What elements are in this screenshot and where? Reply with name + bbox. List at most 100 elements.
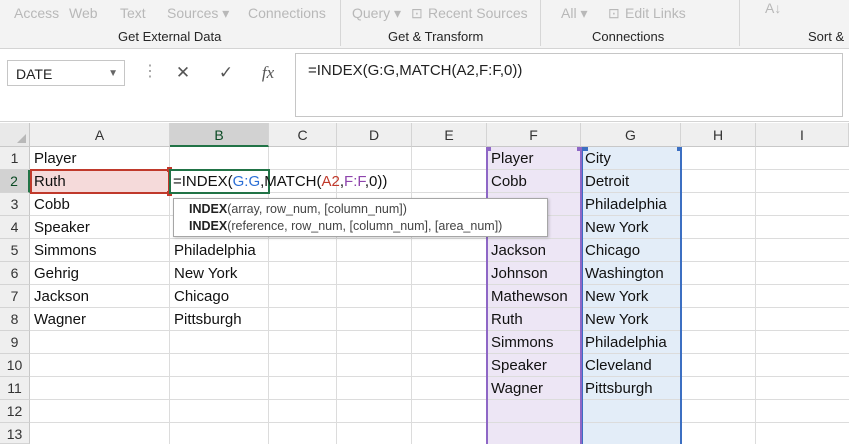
gridline [30, 399, 849, 400]
cell-g2[interactable]: Detroit [581, 170, 681, 193]
ribbon: Access Web Text Sources ▾ Connections Qu… [0, 0, 849, 49]
ribbon-recent-sources-button[interactable]: Recent Sources [428, 5, 528, 21]
ribbon-edit-links-button[interactable]: Edit Links [625, 5, 686, 21]
group-label-connections: Connections [592, 29, 665, 44]
tooltip-args: (array, row_num, [column_num]) [227, 202, 407, 216]
cell-a8[interactable]: Wagner [30, 308, 170, 331]
cell-g4[interactable]: New York [581, 216, 681, 239]
row-header-13[interactable]: 13 [0, 423, 30, 444]
chevron-down-icon[interactable]: ▼ [108, 61, 118, 87]
row-header-9[interactable]: 9 [0, 331, 30, 354]
row-header-7[interactable]: 7 [0, 285, 30, 308]
tooltip-args: (reference, row_num, [column_num], [area… [227, 219, 503, 233]
tooltip-signature-2[interactable]: INDEX(reference, row_num, [column_num], … [189, 218, 547, 235]
sort-az-icon[interactable]: A↓ [765, 0, 781, 16]
formula-bar: DATE ▼ ⋮ ✕ ✓ fx =INDEX(G:G,MATCH(A2,F:F,… [0, 49, 849, 122]
ribbon-refresh-all-button[interactable]: All ▾ [561, 5, 587, 22]
name-box-value: DATE [16, 66, 53, 82]
cell-b2-editor[interactable]: =INDEX(G:G,MATCH(A2,F:F,0)) [170, 170, 387, 193]
column-header-i[interactable]: I [756, 123, 849, 147]
ribbon-query-button[interactable]: Query ▾ [352, 5, 401, 22]
cell-b7[interactable]: Chicago [170, 285, 269, 308]
cell-a5[interactable]: Simmons [30, 239, 170, 262]
formula-token-g-range: G:G [232, 173, 261, 190]
gridline [30, 353, 849, 354]
column-header-d[interactable]: D [337, 123, 412, 147]
cell-b6[interactable]: New York [170, 262, 269, 285]
group-label-get-transform: Get & Transform [388, 29, 484, 44]
row-header-2[interactable]: 2 [0, 170, 30, 193]
gridline [30, 422, 849, 423]
column-header-b[interactable]: B [170, 123, 269, 147]
formula-input[interactable]: =INDEX(G:G,MATCH(A2,F:F,0)) [295, 53, 843, 117]
row-header-1[interactable]: 1 [0, 147, 30, 170]
column-header-g[interactable]: G [581, 123, 681, 147]
row-header-10[interactable]: 10 [0, 354, 30, 377]
cell-g8[interactable]: New York [581, 308, 681, 331]
cell-g3[interactable]: Philadelphia [581, 193, 681, 216]
cell-a7[interactable]: Jackson [30, 285, 170, 308]
cell-g11[interactable]: Pittsburgh [581, 377, 681, 400]
cell-g6[interactable]: Washington [581, 262, 681, 285]
row-header-6[interactable]: 6 [0, 262, 30, 285]
cell-a4[interactable]: Speaker [30, 216, 170, 239]
formula-token-f-range: F:F [344, 173, 365, 190]
column-header-a[interactable]: A [30, 123, 170, 147]
cell-f8[interactable]: Ruth [487, 308, 581, 331]
cancel-button[interactable]: ✕ [170, 59, 196, 87]
row-header-12[interactable]: 12 [0, 400, 30, 423]
row-header-8[interactable]: 8 [0, 308, 30, 331]
cell-a6[interactable]: Gehrig [30, 262, 170, 285]
cell-a1[interactable]: Player [30, 147, 170, 170]
cell-b8[interactable]: Pittsburgh [170, 308, 269, 331]
ribbon-access-button[interactable]: Access [14, 5, 59, 21]
row-header-3[interactable]: 3 [0, 193, 30, 216]
cell-f9[interactable]: Simmons [487, 331, 581, 354]
formula-token: =INDEX( [173, 173, 233, 190]
group-label-sort: Sort & [808, 29, 845, 44]
ribbon-separator [340, 0, 341, 46]
cell-f10[interactable]: Speaker [487, 354, 581, 377]
tooltip-signature-1[interactable]: INDEX(array, row_num, [column_num]) [189, 201, 547, 218]
ribbon-sources-button[interactable]: Sources ▾ [167, 5, 229, 22]
cell-f5[interactable]: Jackson [487, 239, 581, 262]
cell-a3[interactable]: Cobb [30, 193, 170, 216]
cell-g7[interactable]: New York [581, 285, 681, 308]
cell-f1[interactable]: Player [487, 147, 581, 170]
ribbon-text-button[interactable]: Text [120, 5, 146, 21]
insert-function-button[interactable]: fx [255, 59, 281, 87]
row-header-5[interactable]: 5 [0, 239, 30, 262]
cell-b5[interactable]: Philadelphia [170, 239, 269, 262]
cell-f6[interactable]: Johnson [487, 262, 581, 285]
edit-links-icon: ⊡ [608, 5, 620, 21]
gridline [30, 376, 849, 377]
group-label-get-external-data: Get External Data [118, 29, 222, 44]
column-header-c[interactable]: C [269, 123, 337, 147]
cell-g10[interactable]: Cleveland [581, 354, 681, 377]
row-header-4[interactable]: 4 [0, 216, 30, 239]
select-all-button[interactable] [0, 123, 30, 147]
column-header-h[interactable]: H [681, 123, 756, 147]
cell-f11[interactable]: Wagner [487, 377, 581, 400]
cell-g1[interactable]: City [581, 147, 681, 170]
cell-f2[interactable]: Cobb [487, 170, 581, 193]
recent-sources-icon: ⊡ [411, 5, 423, 21]
ribbon-web-button[interactable]: Web [69, 5, 98, 21]
column-header-f[interactable]: F [487, 123, 581, 147]
cell-a2[interactable]: Ruth [30, 170, 170, 193]
formula-token: ,MATCH( [260, 173, 322, 190]
cell-g9[interactable]: Philadelphia [581, 331, 681, 354]
function-tooltip: INDEX(array, row_num, [column_num]) INDE… [173, 198, 548, 237]
name-box[interactable]: DATE ▼ [7, 60, 125, 86]
enter-button[interactable]: ✓ [213, 59, 239, 87]
cell-g5[interactable]: Chicago [581, 239, 681, 262]
column-header-e[interactable]: E [412, 123, 487, 147]
formula-token: ,0)) [364, 173, 388, 190]
ribbon-separator [739, 0, 740, 46]
formula-bar-grip-icon[interactable]: ⋮ [142, 61, 158, 81]
tooltip-fn-name: INDEX [189, 219, 228, 233]
row-header-11[interactable]: 11 [0, 377, 30, 400]
ribbon-separator [540, 0, 541, 46]
ribbon-connections-button[interactable]: Connections [248, 5, 326, 21]
cell-f7[interactable]: Mathewson [487, 285, 581, 308]
